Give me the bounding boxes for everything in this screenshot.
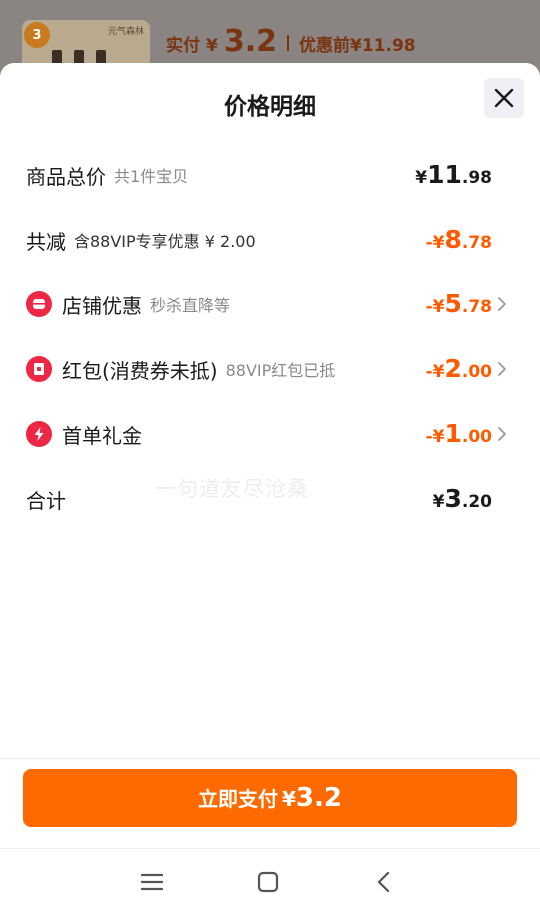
amount-dec: .00	[461, 427, 492, 447]
row-label: 商品总价	[26, 164, 106, 189]
pay-bar: 立即支付 ¥ 3.2	[0, 758, 540, 846]
amount-dec: .78	[461, 297, 492, 317]
row-amount: ¥ 3 .20	[433, 479, 492, 519]
row-amount: -¥ 1 .00	[426, 414, 492, 454]
row-amount: -¥ 2 .00	[426, 349, 492, 389]
close-icon	[494, 88, 514, 108]
row-amount: ¥ 11 .98	[415, 155, 492, 195]
system-nav-bar	[0, 848, 540, 914]
amount-int: 5	[444, 289, 462, 318]
watermark-text: 一句道友尽沧桑	[155, 477, 309, 501]
amount-prefix: -¥	[425, 297, 445, 317]
pay-button-amount: 3.2	[295, 783, 342, 813]
shop-icon	[26, 291, 52, 317]
row-amount: -¥ 8 .78	[426, 220, 492, 260]
row-label: 首单礼金	[62, 423, 142, 448]
before-label: 优惠前	[299, 36, 350, 56]
amount-prefix: -¥	[425, 362, 445, 382]
amount-dec: .00	[461, 362, 492, 382]
amount-dec: .78	[461, 233, 492, 253]
amount-dec: .20	[461, 492, 492, 512]
row-first-order-gift[interactable]: 首单礼金 -¥ 1 .00	[0, 414, 540, 454]
lightning-icon	[26, 421, 52, 447]
chevron-right-icon	[498, 427, 506, 441]
row-label: 共减	[26, 229, 66, 254]
row-amount: -¥ 5 .78	[426, 284, 492, 324]
thumb-brand: 元气森林	[107, 27, 144, 37]
pay-label: 实付	[166, 36, 200, 56]
back-icon[interactable]	[369, 867, 399, 897]
row-total-discount: 共减 含88VIP专享优惠 ¥ 2.00 -¥ 8 .78	[0, 220, 540, 260]
before-amount: ¥11.98	[350, 36, 416, 56]
background-price-summary: 实付 ¥ 3.2 优惠前 ¥11.98	[166, 24, 416, 59]
row-shop-discount[interactable]: 店铺优惠 秒杀直降等 -¥ 5 .78	[0, 284, 540, 324]
amount-dec: .98	[461, 168, 492, 188]
amount-int: 2	[444, 354, 462, 383]
amount-int: 11	[427, 160, 462, 189]
pay-amount: 3.2	[223, 24, 277, 59]
close-button[interactable]	[484, 78, 524, 118]
chevron-right-icon	[498, 297, 506, 311]
menu-icon[interactable]	[137, 867, 167, 897]
amount-prefix: ¥	[432, 492, 445, 512]
row-sub: 88VIP红包已抵	[225, 361, 336, 380]
row-red-packet[interactable]: 红包(消费券未抵) 88VIP红包已抵 -¥ 2 .00	[0, 349, 540, 389]
row-label: 合计	[26, 488, 66, 513]
pay-now-button[interactable]: 立即支付 ¥ 3.2	[23, 769, 517, 827]
thumb-badge: 3	[24, 22, 50, 48]
pay-button-yen: ¥	[282, 787, 296, 811]
row-goods-total: 商品总价 共1件宝贝 ¥ 11 .98	[0, 155, 540, 195]
amount-int: 8	[444, 225, 462, 254]
row-label: 红包(消费券未抵)	[62, 358, 218, 383]
amount-prefix: -¥	[425, 427, 445, 447]
amount-int: 3	[444, 484, 462, 513]
sheet-title: 价格明细	[224, 94, 316, 120]
amount-prefix: ¥	[415, 168, 428, 188]
amount-prefix: -¥	[425, 233, 445, 253]
chevron-right-icon	[498, 362, 506, 376]
price-detail-sheet: 价格明细 商品总价 共1件宝贝 ¥ 11 .98 共减 含88VIP专享优惠 ¥…	[0, 63, 540, 914]
row-sub: 秒杀直降等	[150, 296, 231, 315]
row-sub: 共1件宝贝	[114, 167, 189, 186]
row-sub: 含88VIP专享优惠 ¥ 2.00	[74, 232, 256, 251]
divider	[287, 35, 289, 51]
row-label: 店铺优惠	[62, 293, 142, 318]
amount-int: 1	[444, 419, 462, 448]
red-packet-icon	[26, 356, 52, 382]
pay-button-label: 立即支付	[198, 787, 278, 811]
home-icon[interactable]	[253, 867, 283, 897]
pay-yen: ¥	[206, 36, 218, 56]
